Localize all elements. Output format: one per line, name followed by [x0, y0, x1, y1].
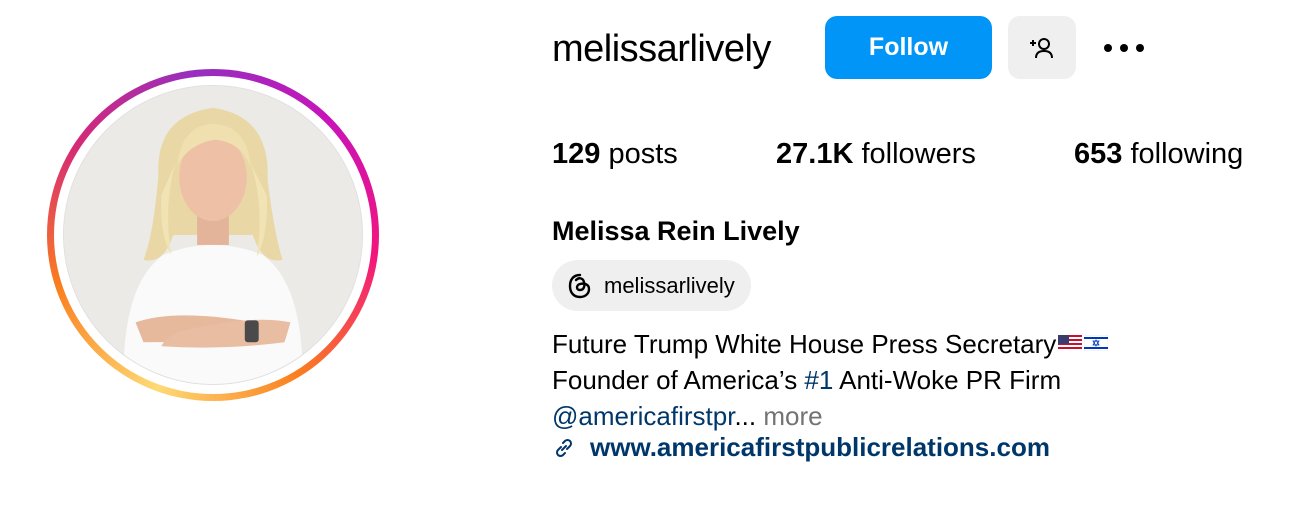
bio-line-3: @americafirstpr... more	[552, 398, 1108, 434]
profile-photo	[64, 86, 362, 384]
stat-following[interactable]: 653 following	[1074, 138, 1243, 171]
username: melissarlively	[552, 28, 771, 70]
mention-link[interactable]: @americafirstpr	[552, 401, 734, 431]
following-count: 653	[1074, 138, 1123, 170]
bio-ellipsis: ...	[734, 401, 757, 431]
followers-label: followers	[861, 138, 976, 170]
bio-title-text: Future Trump White House Press Secretary	[552, 329, 1057, 359]
bio: Future Trump White House Press Secretary…	[552, 326, 1109, 434]
more-options-button[interactable]	[1096, 28, 1152, 68]
bio-line-2: Founder of America’s #1 Anti-Woke PR Fir…	[552, 362, 1108, 398]
more-button[interactable]: more	[763, 401, 822, 431]
external-link[interactable]: www.americafirstpublicrelations.com	[552, 432, 1050, 463]
stat-posts: 129 posts	[552, 138, 678, 171]
following-label: following	[1130, 138, 1244, 170]
posts-count: 129	[552, 138, 601, 170]
israel-flag-icon	[1084, 335, 1109, 351]
avatar[interactable]	[63, 85, 363, 385]
followers-count: 27.1K	[776, 138, 854, 170]
person-add-icon	[1030, 37, 1053, 58]
bio-founder-text: Founder of America’s	[552, 365, 805, 395]
us-flag-icon	[1058, 335, 1083, 351]
bio-line-1: Future Trump White House Press Secretary	[552, 326, 1109, 362]
bio-firm-text: Anti-Woke PR Firm	[833, 365, 1062, 395]
story-ring[interactable]	[47, 69, 379, 401]
threads-icon	[568, 273, 591, 298]
suggested-accounts-button[interactable]	[1008, 16, 1076, 79]
link-url[interactable]: www.americafirstpublicrelations.com	[590, 432, 1050, 463]
threads-handle: melissarlively	[604, 272, 735, 298]
stat-followers[interactable]: 27.1K followers	[776, 138, 976, 171]
link-icon	[555, 438, 573, 457]
hashtag-link[interactable]: #1	[804, 365, 833, 395]
threads-badge[interactable]: melissarlively	[552, 260, 751, 311]
posts-label: posts	[608, 138, 678, 170]
more-horizontal-icon	[1104, 44, 1144, 52]
follow-button[interactable]: Follow	[825, 16, 992, 79]
full-name: Melissa Rein Lively	[552, 216, 800, 246]
